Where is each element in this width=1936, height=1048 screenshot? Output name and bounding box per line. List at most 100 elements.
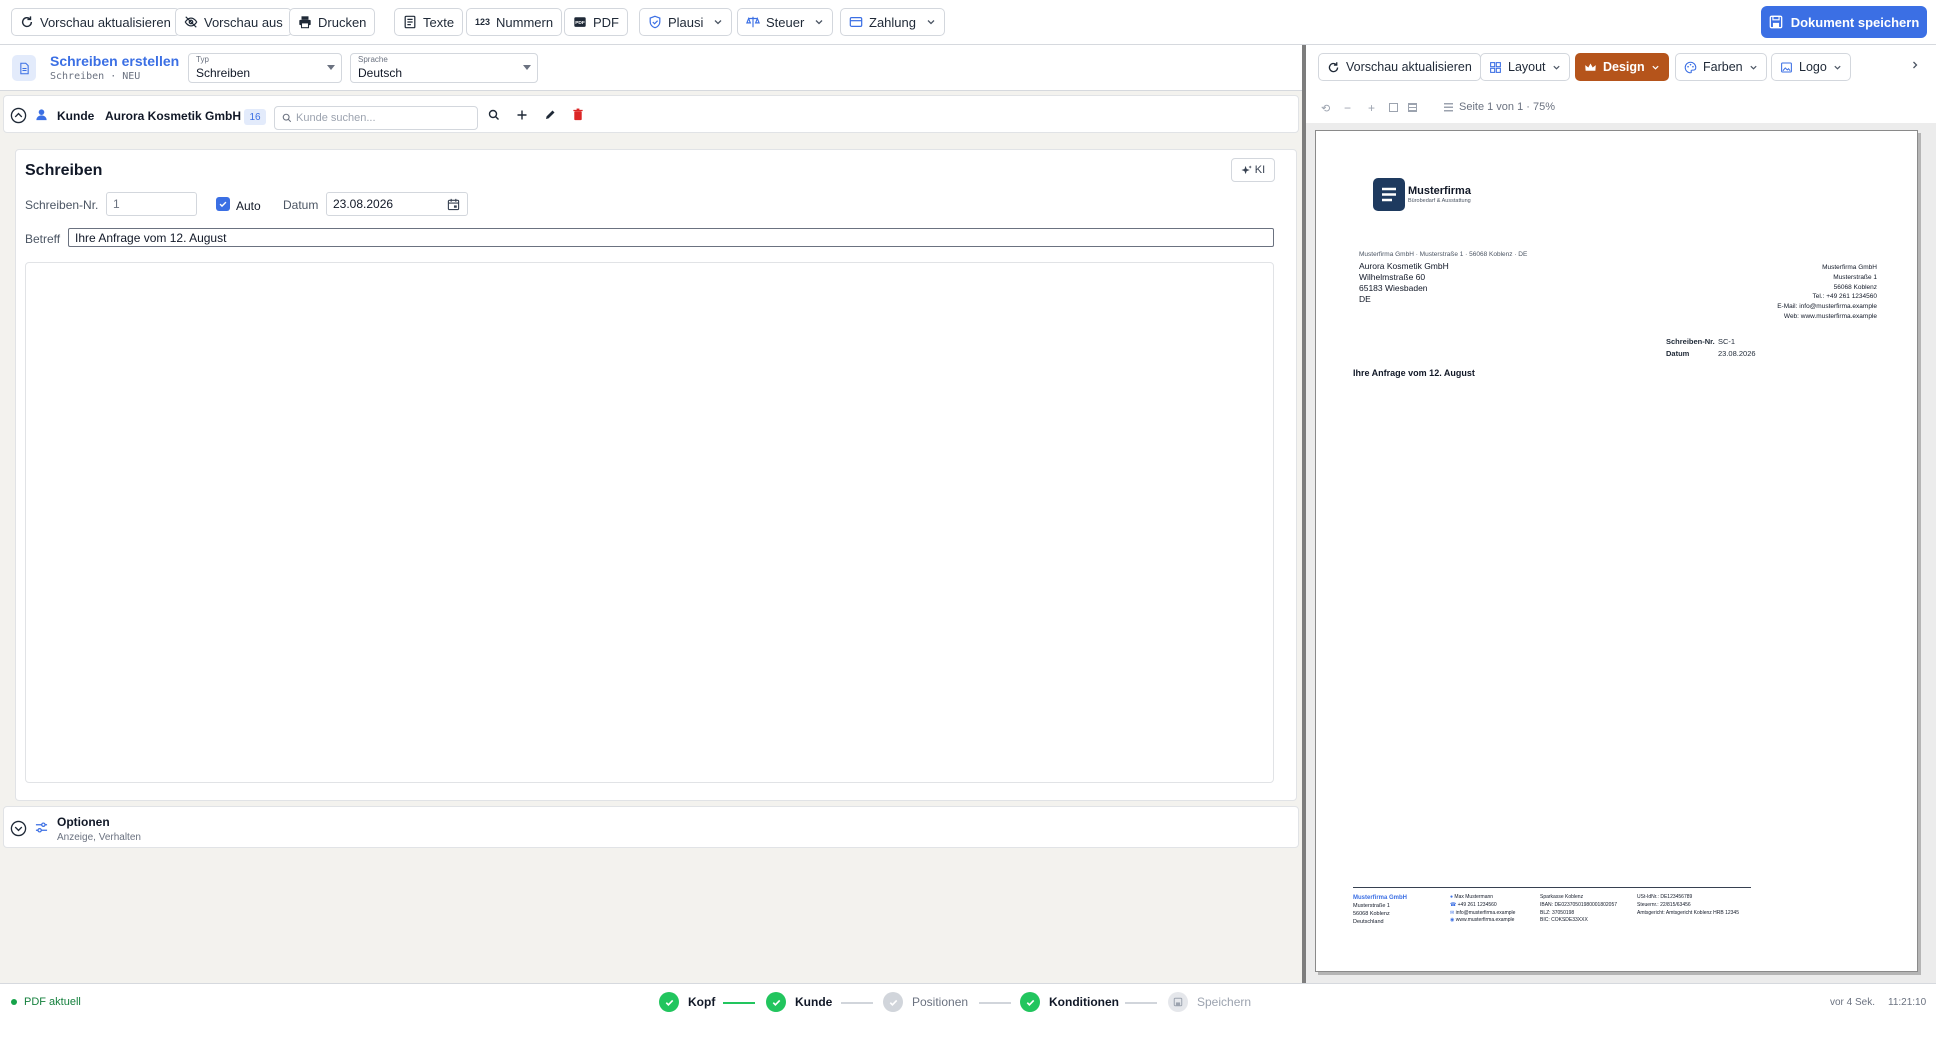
step-kunde[interactable]: Kunde xyxy=(766,992,832,1012)
check-circle-icon xyxy=(659,992,679,1012)
pdf-sender-line: Web: www.musterfirma.example xyxy=(1783,312,1877,320)
letter-body-editor[interactable] xyxy=(25,262,1274,783)
document-header: Schreiben erstellen Schreiben · NEU Typ … xyxy=(0,45,1302,91)
edit-customer-button[interactable] xyxy=(544,109,556,121)
pdf-footer-text: +49 261 1234560 xyxy=(1457,901,1497,908)
calendar-icon[interactable] xyxy=(447,198,460,211)
pdf-footer-rule xyxy=(1353,887,1751,888)
svg-text:PDF: PDF xyxy=(575,20,585,26)
date-input[interactable]: 23.08.2026 xyxy=(326,192,468,216)
pdf-date-label: Datum xyxy=(1666,349,1690,358)
auto-checkbox[interactable] xyxy=(216,197,230,211)
caret-down-icon xyxy=(327,65,335,70)
step-konditionen[interactable]: Konditionen xyxy=(1020,992,1119,1012)
credit-card-icon xyxy=(849,17,863,27)
preview-off-button[interactable]: Vorschau aus xyxy=(175,8,292,36)
sliders-icon xyxy=(35,821,48,834)
customer-count-badge: 16 xyxy=(244,109,266,125)
chevron-down-icon xyxy=(1552,65,1560,70)
ai-button[interactable]: KI xyxy=(1231,158,1275,182)
pdf-footer-line: Amtsgericht: Amtsgericht Koblenz HRB 123… xyxy=(1637,909,1739,916)
rotate-icon[interactable]: ⟲ xyxy=(1321,102,1330,115)
type-select[interactable]: Typ Schreiben xyxy=(188,53,342,83)
preview-refresh-button[interactable]: Vorschau aktualisieren xyxy=(1318,53,1481,81)
document-title: Schreiben erstellen xyxy=(50,53,180,69)
plausi-dropdown[interactable]: Plausi xyxy=(639,8,733,36)
crown-icon xyxy=(1585,62,1596,71)
preview-refresh-label: Vorschau aktualisieren xyxy=(1346,60,1472,74)
pdf-label: PDF xyxy=(593,14,619,30)
pdf-footer-line: IBAN: DE02370501980001802057 xyxy=(1540,901,1618,908)
pdf-footer-address: Musterfirma GmbH Musterstraße 1 56068 Ko… xyxy=(1353,894,1407,927)
design-dropdown[interactable]: Design xyxy=(1575,53,1669,81)
step-kopf[interactable]: Kopf xyxy=(659,992,715,1012)
fit-page-icon[interactable] xyxy=(1389,103,1398,112)
tax-dropdown[interactable]: Steuer xyxy=(737,8,834,36)
pdf-sender-line: Musterfirma GmbH xyxy=(1822,264,1877,271)
pdf-footer-text: info@musterfirma.example xyxy=(1455,909,1516,916)
options-section[interactable]: Optionen Anzeige, Verhalten xyxy=(3,806,1299,848)
step-positionen[interactable]: Positionen xyxy=(883,992,968,1012)
pdf-footer-line: Musterstraße 1 xyxy=(1353,902,1390,909)
chevron-down-icon xyxy=(1834,65,1841,70)
expand-toggle[interactable] xyxy=(10,820,27,837)
payment-label: Zahlung xyxy=(869,14,916,30)
payment-dropdown[interactable]: Zahlung xyxy=(840,8,945,36)
date-label: Datum xyxy=(283,198,319,212)
ai-label: KI xyxy=(1254,164,1266,176)
pdf-button[interactable]: PDF PDF xyxy=(564,8,628,36)
shield-check-icon xyxy=(649,15,661,29)
fit-width-icon[interactable] xyxy=(1408,103,1417,112)
refresh-preview-button[interactable]: Vorschau aktualisieren xyxy=(11,8,180,36)
print-button[interactable]: Drucken xyxy=(289,8,376,36)
pdf-number-label: Schreiben-Nr. xyxy=(1666,337,1715,346)
delete-customer-button[interactable] xyxy=(572,108,584,121)
letter-number-input[interactable]: 1 xyxy=(106,192,197,216)
language-select[interactable]: Sprache Deutsch xyxy=(350,53,538,83)
pdf-footer-text: www.musterfirma.example xyxy=(1455,917,1515,924)
step-label: Positionen xyxy=(912,995,969,1009)
step-label: Speichern xyxy=(1197,995,1252,1009)
page-controls: ⟲ − + Seite 1 von 1 · 75% xyxy=(1306,97,1936,119)
checkmark-icon xyxy=(219,201,227,208)
zoom-in-icon[interactable]: + xyxy=(1368,101,1375,115)
logo-label: Logo xyxy=(1799,60,1827,74)
pdf-footer-line: ● Max Mustermann xyxy=(1450,894,1515,902)
colors-label: Farben xyxy=(1703,60,1743,74)
subject-label: Betreff xyxy=(25,232,61,246)
collapse-toggle[interactable] xyxy=(10,107,27,124)
collapse-preview-button[interactable] xyxy=(1910,60,1920,70)
zoom-out-icon[interactable]: − xyxy=(1344,101,1351,115)
layout-dropdown[interactable]: Layout xyxy=(1480,53,1570,81)
image-icon xyxy=(1781,62,1792,72)
add-customer-button[interactable] xyxy=(516,109,528,121)
chevron-down-icon xyxy=(1652,65,1659,70)
subject-input[interactable]: Ihre Anfrage vom 12. August xyxy=(68,228,1274,247)
status-dot-icon xyxy=(11,999,17,1005)
pdf-footer-line: 56068 Koblenz xyxy=(1353,910,1390,917)
colors-dropdown[interactable]: Farben xyxy=(1675,53,1767,81)
save-document-button[interactable]: Dokument speichern xyxy=(1761,6,1927,38)
pdf-recipient-line: Wilhelmstraße 60 xyxy=(1359,272,1426,283)
step-connector xyxy=(979,1002,1011,1004)
letter-heading: Schreiben xyxy=(25,162,103,179)
last-saved-text: vor 4 Sek. xyxy=(1830,997,1876,1008)
check-circle-icon xyxy=(1020,992,1040,1012)
texts-button[interactable]: Texte xyxy=(394,8,464,36)
step-speichern[interactable]: Speichern xyxy=(1168,992,1251,1012)
customer-label: Kunde xyxy=(57,109,95,123)
refresh-icon xyxy=(1328,61,1339,72)
pdf-recipient-line: DE xyxy=(1359,294,1371,305)
numbers-button[interactable]: 123 Nummern xyxy=(466,8,563,36)
step-label: Kopf xyxy=(688,995,716,1009)
logo-dropdown[interactable]: Logo xyxy=(1771,53,1851,81)
pdf-footer-text: Max Mustermann xyxy=(1454,894,1494,900)
refresh-preview-label: Vorschau aktualisieren xyxy=(40,14,171,30)
numbers-icon: 123 xyxy=(475,17,491,27)
pdf-page: Musterfirma Bürobedarf & Ausstattung Mus… xyxy=(1315,130,1918,972)
pdf-number-value: SC-1 xyxy=(1718,337,1736,346)
pdf-subject: Ihre Anfrage vom 12. August xyxy=(1353,368,1475,378)
customer-search-input[interactable]: Kunde suchen... xyxy=(274,106,478,130)
pdf-footer-legal: USt-IdNr.: DE123456789 Steuernr.: 22/815… xyxy=(1637,894,1739,917)
search-customer-button[interactable] xyxy=(488,109,500,121)
